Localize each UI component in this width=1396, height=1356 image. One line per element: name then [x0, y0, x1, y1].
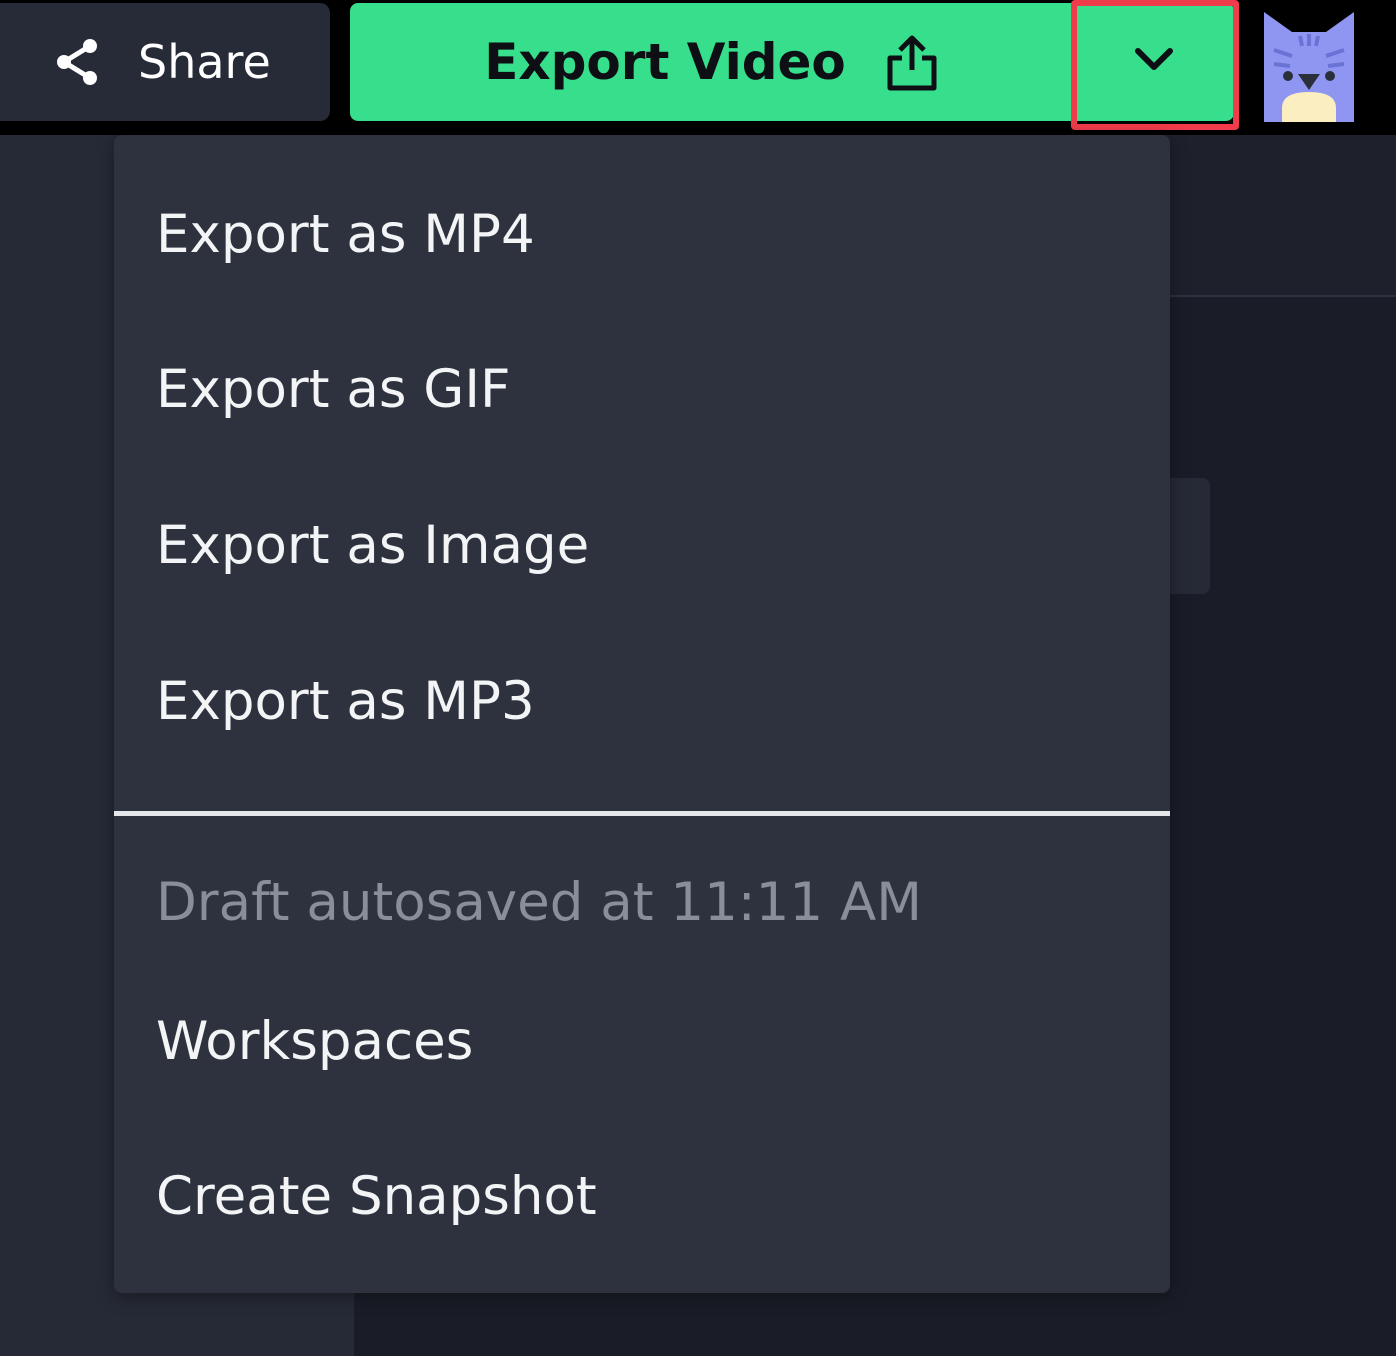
export-video-button[interactable]: Export Video: [350, 3, 1074, 121]
export-dropdown-menu: Export as MP4 Export as GIF Export as Im…: [114, 135, 1170, 1293]
cat-avatar-icon[interactable]: [1262, 10, 1356, 122]
menu-divider: [114, 811, 1170, 816]
export-options-dropdown-button[interactable]: [1074, 3, 1234, 121]
share-icon: [52, 36, 104, 88]
menu-item-export-gif[interactable]: Export as GIF: [156, 358, 510, 422]
share-label: Share: [138, 35, 271, 89]
menu-item-export-image[interactable]: Export as Image: [156, 514, 589, 578]
upload-icon: [884, 32, 940, 92]
menu-item-workspaces[interactable]: Workspaces: [156, 1010, 473, 1074]
autosave-status: Draft autosaved at 11:11 AM: [156, 872, 922, 933]
menu-item-export-mp4[interactable]: Export as MP4: [156, 203, 535, 267]
export-video-label: Export Video: [484, 33, 846, 91]
menu-item-export-mp3[interactable]: Export as MP3: [156, 670, 535, 734]
chevron-down-icon: [1134, 47, 1174, 77]
top-bar: Share Export Video: [0, 0, 1396, 135]
share-button[interactable]: Share: [0, 3, 330, 121]
menu-item-create-snapshot[interactable]: Create Snapshot: [156, 1165, 597, 1229]
